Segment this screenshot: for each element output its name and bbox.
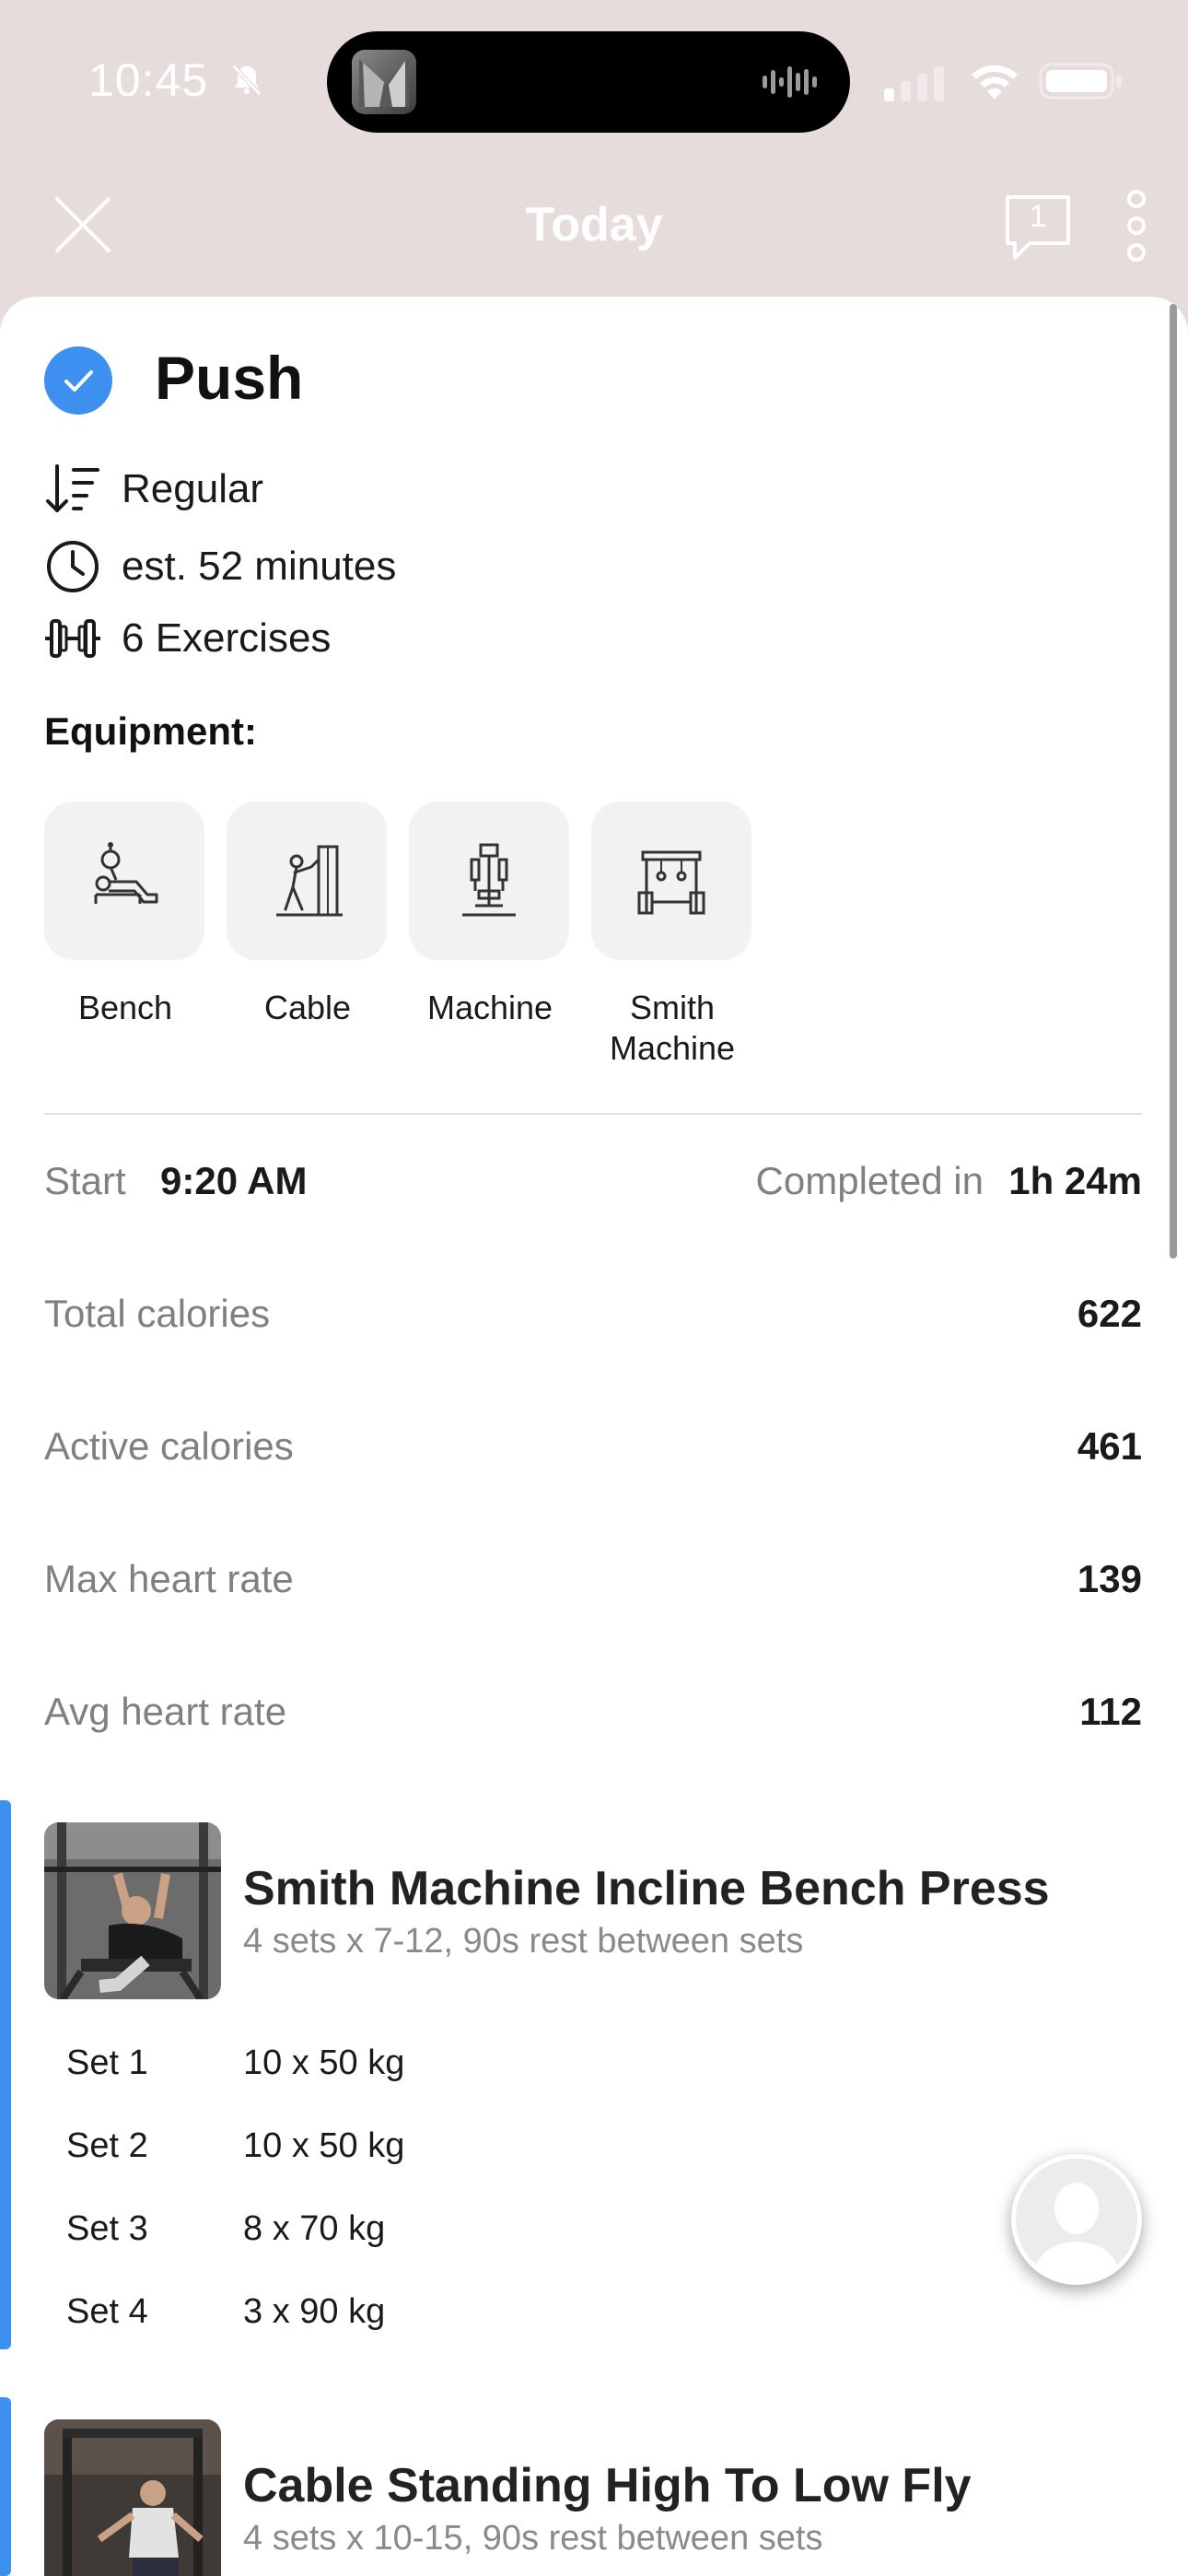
clock-icon bbox=[47, 541, 99, 592]
battery-icon bbox=[1039, 63, 1122, 100]
equipment-tile[interactable] bbox=[409, 802, 569, 960]
equipment-tile[interactable] bbox=[591, 802, 751, 960]
duration-text: est. 52 minutes bbox=[122, 544, 397, 589]
workout-type-row: Regular bbox=[44, 461, 263, 518]
workout-title: Push bbox=[155, 344, 304, 412]
start-label: Start bbox=[44, 1159, 126, 1202]
scrollbar[interactable] bbox=[1170, 304, 1177, 1259]
duration-row: est. 52 minutes bbox=[44, 538, 396, 595]
avg-heart-rate-label: Avg heart rate bbox=[44, 1690, 287, 1733]
equipment-item-smith-machine[interactable]: Smith Machine bbox=[591, 802, 753, 1069]
set-label: Set 3 bbox=[66, 2209, 148, 2248]
sort-descending-icon bbox=[46, 464, 99, 512]
equipment-name: Bench bbox=[77, 989, 173, 1026]
status-bar: 10:45 bbox=[0, 0, 1188, 166]
chat-count-badge: 1 bbox=[1029, 199, 1047, 234]
now-playing-artwork bbox=[352, 50, 416, 114]
total-calories-value: 622 bbox=[1077, 1292, 1142, 1335]
start-time: 9:20 AM bbox=[160, 1159, 308, 1202]
exercise-count-text: 6 Exercises bbox=[122, 615, 332, 661]
exercise-detail: 4 sets x 10-15, 90s rest between sets bbox=[243, 2519, 823, 2558]
exercise-thumbnail[interactable] bbox=[44, 1822, 221, 1999]
coach-avatar-button[interactable] bbox=[1011, 2154, 1142, 2285]
audio-waveform-icon bbox=[763, 66, 817, 98]
exercise-count-row: 6 Exercises bbox=[44, 610, 331, 667]
cellular-signal-icon bbox=[884, 66, 944, 101]
equipment-tile[interactable] bbox=[44, 802, 204, 960]
avatar-placeholder-icon bbox=[1016, 2159, 1137, 2280]
exercise-thumbnail[interactable] bbox=[44, 2419, 221, 2576]
max-heart-rate-label: Max heart rate bbox=[44, 1557, 294, 1600]
bell-off-icon bbox=[232, 64, 262, 96]
equipment-name: Machine bbox=[426, 989, 553, 1026]
exercise-name[interactable]: Cable Standing High To Low Fly bbox=[243, 2458, 972, 2513]
divider bbox=[44, 1113, 1142, 1115]
more-options-icon[interactable] bbox=[1124, 188, 1149, 263]
status-time: 10:45 bbox=[88, 54, 209, 106]
active-calories-value: 461 bbox=[1077, 1424, 1142, 1468]
equipment-name: Smith Machine bbox=[609, 989, 736, 1067]
exercise-detail: 4 sets x 7-12, 90s rest between sets bbox=[243, 1922, 804, 1961]
set-label: Set 2 bbox=[66, 2126, 148, 2165]
set-value[interactable]: 3 x 90 kg bbox=[243, 2292, 385, 2332]
equipment-name: Cable bbox=[263, 989, 352, 1026]
equipment-label: Equipment: bbox=[44, 709, 257, 753]
max-heart-rate-value: 139 bbox=[1077, 1557, 1142, 1600]
completed-label: Completed in bbox=[755, 1159, 984, 1202]
active-calories-label: Active calories bbox=[44, 1424, 294, 1468]
dumbbell-icon bbox=[45, 619, 100, 658]
set-value[interactable]: 10 x 50 kg bbox=[243, 2043, 404, 2083]
equipment-item-cable[interactable]: Cable bbox=[227, 802, 389, 1028]
total-calories-label: Total calories bbox=[44, 1292, 271, 1335]
exercise-name[interactable]: Smith Machine Incline Bench Press bbox=[243, 1861, 1050, 1916]
workout-screen: 10:45 Today 1 Push Regular est. 52 minut… bbox=[0, 0, 1188, 2576]
equipment-item-machine[interactable]: Machine bbox=[409, 802, 571, 1028]
wifi-icon bbox=[972, 64, 1018, 100]
equipment-tile[interactable] bbox=[227, 802, 387, 960]
set-value[interactable]: 8 x 70 kg bbox=[243, 2209, 385, 2249]
set-value[interactable]: 10 x 50 kg bbox=[243, 2126, 404, 2166]
workout-type-text: Regular bbox=[122, 466, 264, 511]
set-label: Set 1 bbox=[66, 2043, 148, 2082]
smith-machine-icon bbox=[637, 850, 705, 915]
cable-icon bbox=[276, 845, 343, 917]
completed-check-icon[interactable] bbox=[44, 346, 112, 415]
exercise-completed-accent bbox=[0, 2397, 11, 2576]
equipment-item-bench[interactable]: Bench bbox=[44, 802, 206, 1028]
completed-duration: 1h 24m bbox=[1008, 1159, 1142, 1202]
machine-icon bbox=[462, 843, 516, 917]
set-label: Set 4 bbox=[66, 2292, 148, 2331]
avg-heart-rate-value: 112 bbox=[1079, 1690, 1142, 1733]
bench-icon bbox=[94, 842, 158, 904]
exercise-completed-accent bbox=[0, 1800, 11, 2349]
